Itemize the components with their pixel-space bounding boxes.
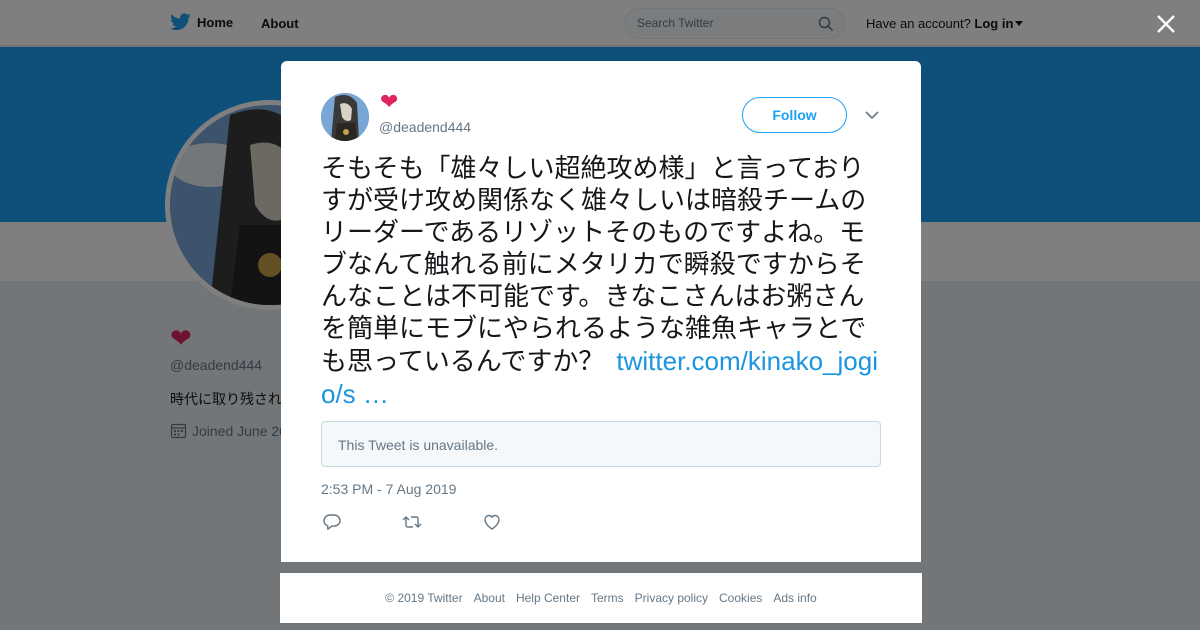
footer-terms-link[interactable]: Terms bbox=[591, 591, 624, 605]
chevron-down-icon[interactable] bbox=[864, 109, 880, 121]
tweet-timestamp[interactable]: 2:53 PM - 7 Aug 2019 bbox=[321, 481, 456, 497]
tweet-author-handle[interactable]: @deadend444 bbox=[379, 119, 471, 135]
tweet-author-name-heart[interactable]: ❤ bbox=[380, 91, 398, 113]
quote-unavailable-text: This Tweet is unavailable. bbox=[338, 437, 499, 453]
footer-privacy-link[interactable]: Privacy policy bbox=[635, 591, 708, 605]
reply-button[interactable] bbox=[322, 513, 342, 531]
close-icon[interactable] bbox=[1154, 12, 1178, 36]
footer-cookies-link[interactable]: Cookies bbox=[719, 591, 762, 605]
footer-ads-link[interactable]: Ads info bbox=[773, 591, 816, 605]
tweet-modal: ❤ @deadend444 Follow そもそも「雄々しい超絶攻め様」と言って… bbox=[281, 61, 921, 562]
tweet-text: そもそも「雄々しい超絶攻め様」と言っておりすが受け攻め関係なく雄々しいは暗殺チー… bbox=[321, 153, 886, 411]
heart-icon bbox=[484, 514, 500, 530]
tweet-author-avatar-image bbox=[321, 93, 369, 141]
retweet-icon bbox=[402, 516, 422, 528]
quoted-tweet-unavailable: This Tweet is unavailable. bbox=[321, 421, 881, 467]
like-button[interactable] bbox=[482, 513, 502, 531]
footer-help-link[interactable]: Help Center bbox=[516, 591, 580, 605]
tweet-body: そもそも「雄々しい超絶攻め様」と言っておりすが受け攻め関係なく雄々しいは暗殺チー… bbox=[321, 154, 867, 377]
footer-about-link[interactable]: About bbox=[474, 591, 505, 605]
follow-button[interactable]: Follow bbox=[742, 97, 847, 133]
footer-copyright: © 2019 Twitter bbox=[385, 591, 463, 605]
retweet-button[interactable] bbox=[402, 513, 422, 531]
reply-icon bbox=[323, 514, 341, 530]
modal-footer: © 2019 Twitter About Help Center Terms P… bbox=[280, 573, 922, 623]
tweet-author-avatar[interactable] bbox=[321, 93, 369, 141]
